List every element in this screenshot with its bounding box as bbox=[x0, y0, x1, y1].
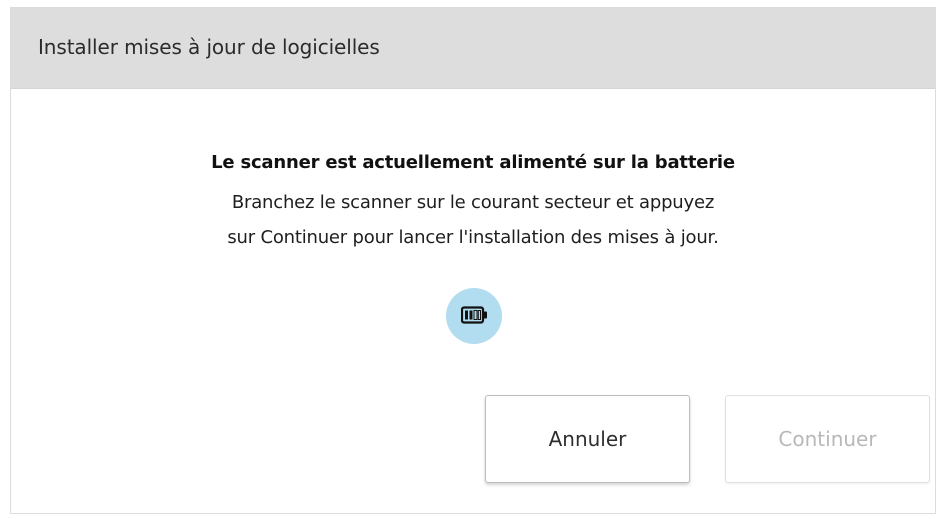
battery-warning-headline: Le scanner est actuellement alimenté sur… bbox=[211, 152, 735, 173]
battery-icon bbox=[461, 306, 487, 324]
cancel-button[interactable]: Annuler bbox=[485, 395, 690, 483]
battery-status-badge bbox=[446, 288, 502, 344]
instruction-text-line-2: sur Continuer pour lancer l'installation… bbox=[227, 227, 719, 248]
dialog-title-bar: Installer mises à jour de logicielles bbox=[11, 8, 935, 89]
dialog-title: Installer mises à jour de logicielles bbox=[38, 35, 380, 59]
instruction-text-line-1: Branchez le scanner sur le courant secte… bbox=[231, 192, 715, 213]
continue-button[interactable]: Continuer bbox=[725, 395, 930, 483]
update-dialog: Installer mises à jour de logicielles Le… bbox=[10, 7, 936, 514]
